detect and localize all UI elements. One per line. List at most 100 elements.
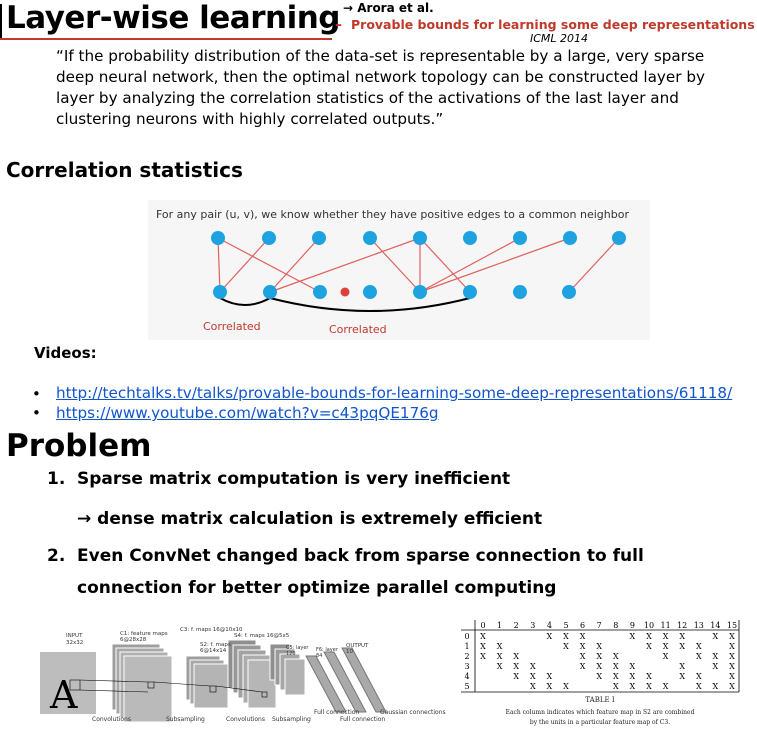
table-cell-mark: X [547, 672, 553, 681]
correlation-figure: For any pair (u, v), we know whether the… [148, 200, 650, 340]
video-link-techtalks[interactable]: http://techtalks.tv/talks/provable-bound… [56, 384, 732, 402]
top-node [463, 231, 477, 245]
table-column-header: 0 [480, 621, 485, 630]
graph-edge [219, 237, 270, 293]
bottom-node [213, 285, 227, 299]
title-left-bar [0, 4, 2, 40]
table-cell-mark: X [497, 642, 503, 651]
table-cell-mark: X [596, 672, 602, 681]
table-cell-mark: X [713, 652, 719, 661]
table-cell-mark: X [679, 642, 685, 651]
table-cell-mark: X [729, 652, 735, 661]
table-cell-mark: X [563, 632, 569, 641]
c3-feature-maps [227, 639, 277, 709]
top-node [563, 231, 577, 245]
problem-item-text: Even ConvNet changed back from sparse co… [77, 546, 644, 566]
correlated-label-1: Correlated [203, 320, 261, 333]
table-column-header: 13 [694, 621, 704, 630]
page-title: Layer-wise learning [6, 0, 340, 36]
label-s2-size: 6@14x14 [200, 648, 227, 654]
table-title: TABLE I [585, 696, 614, 704]
table-cell-mark: X [630, 682, 636, 691]
table-cell-mark: X [547, 632, 553, 641]
graph-edge [419, 237, 571, 293]
table-cell-mark: X [646, 642, 652, 651]
table-cell-mark: X [563, 682, 569, 691]
bottom-node [513, 285, 527, 299]
highlighted-node [340, 287, 350, 297]
top-node [513, 231, 527, 245]
problem-item-number: 2. [47, 546, 66, 566]
problem-heading: Problem [6, 428, 152, 464]
table-cell-mark: X [580, 642, 586, 651]
table-cell-mark: X [663, 642, 669, 651]
quote-text: “If the probability distribution of the … [56, 47, 705, 128]
table-column-header: 1 [497, 621, 502, 630]
table-cell-mark: X [679, 672, 685, 681]
label-s4: S4: f. maps 16@5x5 [234, 633, 290, 639]
table-cell-mark: X [663, 632, 669, 641]
label-c5-size: 120 [286, 651, 296, 657]
table-cell-mark: X [729, 632, 735, 641]
table-cell-mark: X [613, 672, 619, 681]
reference-dash: – [335, 17, 342, 33]
table-cell-mark: X [663, 682, 669, 691]
table-cell-mark: X [696, 682, 702, 691]
table-cell-mark: X [547, 682, 553, 691]
table-cell-mark: X [530, 682, 536, 691]
table-cell-mark: X [596, 662, 602, 671]
table-row-header: 2 [464, 652, 469, 661]
table-cell-mark: X [729, 642, 735, 651]
label-subsampling-1: Subsampling [166, 716, 205, 723]
label-gaussian: Gaussian connections [380, 709, 446, 716]
table-row-header: 1 [464, 642, 469, 651]
table-cell-mark: X [679, 632, 685, 641]
bottom-node [313, 285, 327, 299]
label-output-size: 10 [346, 649, 353, 655]
table-cell-mark: X [513, 662, 519, 671]
correlation-heading: Correlation statistics [6, 158, 243, 182]
table-column-header: 6 [580, 621, 585, 630]
graph-edge [568, 237, 620, 293]
table-cell-mark: X [696, 652, 702, 661]
table-cell-mark: X [646, 632, 652, 641]
reference-venue: ICML 2014 [530, 32, 589, 45]
table-cell-mark: X [613, 652, 619, 661]
table-cell-mark: X [630, 672, 636, 681]
table-cell-mark: X [729, 682, 735, 691]
table-cell-mark: X [580, 652, 586, 661]
label-f6-size: 84 [316, 653, 322, 659]
table-cell-mark: X [729, 672, 735, 681]
table-cell-mark: X [646, 672, 652, 681]
title-underline [0, 38, 332, 40]
table-cell-mark: X [630, 662, 636, 671]
table-column-header: 8 [613, 621, 618, 630]
table-cell-mark: X [480, 632, 486, 641]
label-convolutions-2: Convolutions [226, 716, 265, 723]
table-cell-mark: X [596, 652, 602, 661]
table-cell-mark: X [497, 662, 503, 671]
table-cell-mark: X [513, 672, 519, 681]
lenet-architecture-figure: A INPUT 32x32 C1: feature maps 6@28x28 C… [40, 622, 448, 728]
table-column-header: 7 [597, 621, 602, 630]
table-cell-mark: X [679, 662, 685, 671]
label-full-connection-2: Full connection [340, 716, 385, 723]
table-column-header: 11 [661, 621, 671, 630]
label-subsampling-2: Subsampling [272, 716, 311, 723]
table-cell-mark: X [580, 662, 586, 671]
table-cell-mark: X [696, 642, 702, 651]
table-row-header: 5 [464, 682, 469, 691]
table-cell-mark: X [613, 682, 619, 691]
graph-edge [217, 237, 221, 293]
table-column-header: 3 [530, 621, 535, 630]
video-link-youtube[interactable]: https://www.youtube.com/watch?v=c43pqQE1… [56, 404, 439, 422]
correlation-arc [269, 297, 471, 312]
table-column-header: 12 [677, 621, 687, 630]
problem-item-number: 1. [47, 469, 66, 489]
bottom-node [413, 285, 427, 299]
table-column-header: 14 [710, 621, 720, 630]
graph-edge [269, 237, 320, 293]
graph-edge [419, 237, 471, 293]
table-cell-mark: X [530, 672, 536, 681]
correlation-arc [219, 297, 271, 306]
